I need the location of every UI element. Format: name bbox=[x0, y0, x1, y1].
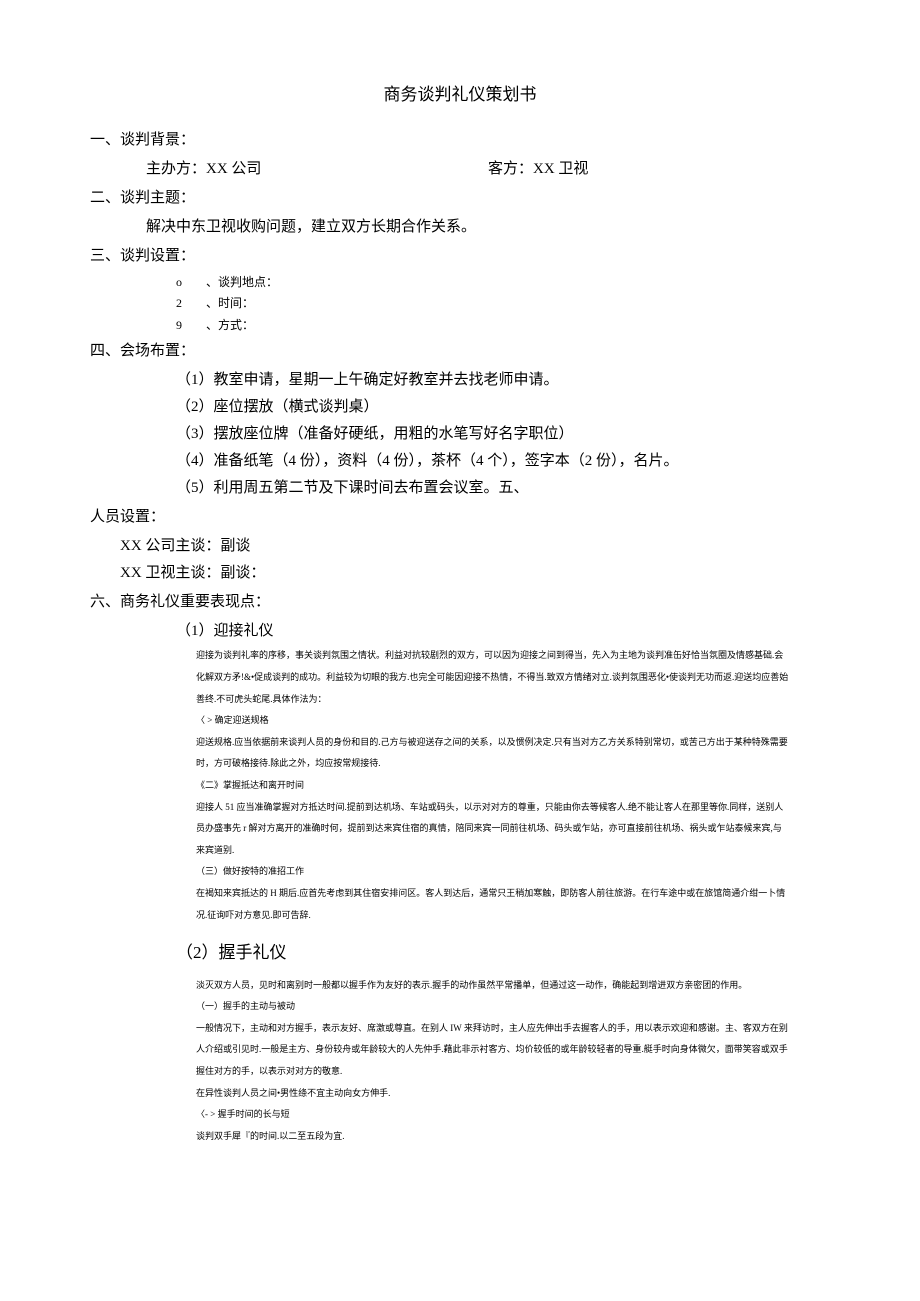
section-5-heading: 人员设置： bbox=[90, 504, 830, 531]
guest-label: 客方：XX 卫视 bbox=[488, 156, 830, 183]
p1-para-5: （三）做好按特的准招工作 bbox=[90, 861, 830, 883]
s4-item-2: （3）摆放座位牌（准备好硬纸，用粗的水笔写好名字职位） bbox=[90, 421, 830, 448]
s3-item-2-num: 9 bbox=[176, 315, 206, 337]
s3-item-1-num: 2 bbox=[176, 293, 206, 315]
s3-item-1-label: 、时间： bbox=[206, 293, 254, 315]
p2-title: （2）握手礼仪 bbox=[90, 938, 830, 969]
p2-para-3: 在异性谈判人员之间•男性绦不宜主动向女方伸手. bbox=[90, 1083, 830, 1105]
s3-item-2-label: 、方式： bbox=[206, 315, 254, 337]
section-2-heading: 二、谈判主题： bbox=[90, 185, 830, 212]
p1-para-6: 在褐知来宾抵达的 H 期后.应首先考虑到其住宿安排问区。客人到达后，通常只王稍加… bbox=[90, 883, 830, 926]
p1-para-1: 〈 > 确定迎送规格 bbox=[90, 710, 830, 732]
s4-item-0: （1）教室申请，星期一上午确定好教室并去找老师申请。 bbox=[90, 367, 830, 394]
document-title: 商务谈判礼仪策划书 bbox=[90, 80, 830, 111]
s5-line-0: XX 公司主谈：副谈 bbox=[90, 533, 830, 560]
p1-para-4: 迎接人 51 应当准确掌握对方抵达时间.提前到达机场、车站或码头，以示对对方的尊… bbox=[90, 797, 830, 862]
s5-line-1: XX 卫视主谈：副谈： bbox=[90, 560, 830, 587]
host-label: 主办方：XX 公司 bbox=[146, 156, 488, 183]
p1-para-0: 迎接为谈判礼率的序移，事关谈判氛围之情状。利益对抗较剧烈的双方，可以因为迎接之间… bbox=[90, 645, 830, 710]
s3-item-2: 9 、方式： bbox=[90, 315, 830, 337]
p2-para-4: 〈- > 握手时间的长与短 bbox=[90, 1104, 830, 1126]
s4-item-3: （4）准备纸笔（4 份），资料（4 份），茶杯（4 个），签字本（2 份），名片… bbox=[90, 448, 830, 475]
s3-item-0-label: 、谈判地点： bbox=[206, 272, 278, 294]
p2-para-5: 谈判双手犀『的时间.以二至五段为宜. bbox=[90, 1126, 830, 1148]
s3-item-1: 2 、时间： bbox=[90, 293, 830, 315]
s3-item-0-num: o bbox=[176, 272, 206, 294]
p2-para-2: 一般情况下，主动和对方握手，表示友好、席激或尊直。在别人 IW 来拜访时，主人应… bbox=[90, 1018, 830, 1083]
p1-para-3: 《二》掌握抵达和离开时间 bbox=[90, 775, 830, 797]
s4-item-4: （5）利用周五第二节及下课时间去布置会议室。五、 bbox=[90, 475, 830, 502]
section-1-heading: 一、谈判背景： bbox=[90, 127, 830, 154]
section-2-content: 解决中东卫视收购问题，建立双方长期合作关系。 bbox=[90, 214, 830, 241]
p2-para-0: 淡灭双方人员，见时和离别时一般都以握手作为友好的表示.握手的动作虽然平常播单，但… bbox=[90, 975, 830, 997]
p1-title: （1）迎接礼仪 bbox=[90, 618, 830, 645]
s4-item-1: （2）座位摆放（横式谈判桌） bbox=[90, 394, 830, 421]
section-4-heading: 四、会场布置： bbox=[90, 338, 830, 365]
s3-item-0: o 、谈判地点： bbox=[90, 272, 830, 294]
p1-para-2: 迎送规格.应当依据前来谈判人员的身份和目的.己方与被迎送存之间的关系，以及惯例决… bbox=[90, 732, 830, 775]
section-3-heading: 三、谈判设置： bbox=[90, 243, 830, 270]
section-6-heading: 六、商务礼仪重要表现点： bbox=[90, 589, 830, 616]
p2-para-1: （一）握手的主动与被动 bbox=[90, 996, 830, 1018]
